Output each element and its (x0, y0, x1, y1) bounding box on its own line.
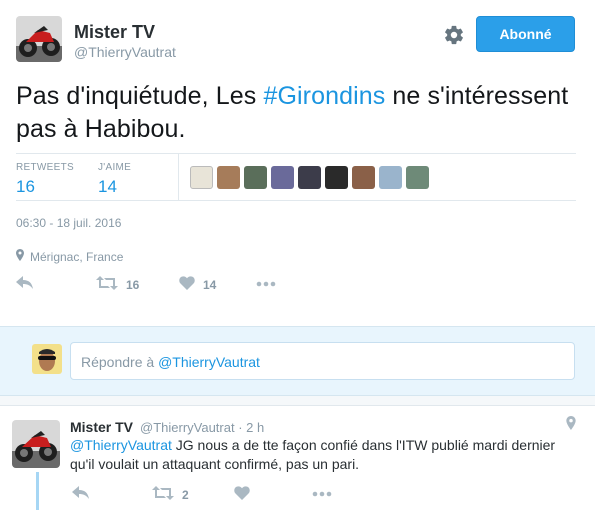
thread-line (36, 472, 39, 510)
retweet-count: 2 (182, 487, 189, 502)
location-label: Mérignac, France (30, 249, 124, 264)
like-action[interactable]: 14 (179, 276, 216, 293)
reply-placeholder-mention: @ThierryVautrat (158, 354, 260, 370)
more-action[interactable] (312, 486, 332, 500)
more-icon (312, 486, 332, 500)
conversation-separator (0, 396, 595, 406)
liker-avatar[interactable] (217, 166, 240, 189)
liker-avatar[interactable] (298, 166, 321, 189)
like-count: 14 (203, 277, 217, 292)
likes-stat[interactable]: J'AIME 14 (98, 162, 131, 197)
reply-placeholder-prefix: Répondre à (81, 354, 159, 370)
main-tweet: Mister TV @ThierryVautrat Abonné Pas d'i… (0, 0, 595, 326)
tweet-actions: 16 14 (16, 276, 316, 296)
liker-avatar[interactable] (190, 166, 213, 189)
reply-author-name[interactable]: Mister TV (70, 419, 133, 435)
retweet-icon (152, 486, 174, 503)
retweets-value: 16 (16, 177, 35, 196)
liker-avatar[interactable] (379, 166, 402, 189)
reply-tweet[interactable]: Mister TV @ThierryVautrat · 2 h @Thierry… (0, 406, 595, 510)
location-pin-icon (16, 249, 24, 264)
tweet-timestamp[interactable]: 06:30 - 18 juil. 2016 (16, 216, 121, 230)
like-action[interactable] (234, 486, 250, 503)
tweet-stats: RETWEETS 16 J'AIME 14 (16, 153, 576, 201)
author-avatar[interactable] (16, 16, 62, 62)
follow-button[interactable]: Abonné (476, 16, 575, 52)
retweet-action[interactable]: 16 (96, 276, 139, 293)
reply-tweet-text: @ThierryVautrat JG nous a de tte façon c… (70, 436, 575, 474)
tweet-text-before: Pas d'inquiétude, Les (16, 82, 264, 110)
gear-icon[interactable] (443, 24, 465, 46)
reply-icon (72, 486, 90, 503)
liker-avatar[interactable] (352, 166, 375, 189)
reply-author-avatar[interactable] (12, 420, 60, 468)
heart-icon (234, 486, 250, 503)
retweet-icon (96, 276, 118, 293)
likes-label: J'AIME (98, 162, 132, 173)
reply-input[interactable]: Répondre à @ThierryVautrat (70, 342, 575, 380)
author-name[interactable]: Mister TV (74, 22, 155, 43)
liker-avatar[interactable] (244, 166, 267, 189)
liker-avatar[interactable] (325, 166, 348, 189)
likes-value: 14 (98, 177, 117, 196)
heart-icon (179, 276, 195, 293)
stats-divider (178, 154, 179, 200)
reply-mention-link[interactable]: @ThierryVautrat (70, 437, 172, 453)
retweet-count: 16 (126, 277, 140, 292)
liker-avatar[interactable] (271, 166, 294, 189)
reply-tweet-actions: 2 (70, 486, 370, 504)
retweets-stat[interactable]: RETWEETS 16 (16, 162, 74, 197)
likers-avatars (190, 166, 429, 189)
reply-author-meta[interactable]: @ThierryVautrat · 2 h (140, 420, 264, 435)
reply-action[interactable] (72, 486, 90, 503)
reply-action[interactable] (16, 276, 34, 293)
retweet-action[interactable]: 2 (152, 486, 189, 503)
reply-icon (16, 276, 34, 293)
location-pin-icon (566, 416, 576, 435)
tweet-text: Pas d'inquiétude, Les #Girondins ne s'in… (16, 80, 576, 146)
more-icon (256, 276, 276, 290)
current-user-avatar (32, 344, 62, 374)
liker-avatar[interactable] (406, 166, 429, 189)
tweet-location[interactable]: Mérignac, France (16, 249, 123, 264)
reply-bar: Répondre à @ThierryVautrat (0, 326, 595, 396)
retweets-label: RETWEETS (16, 162, 74, 173)
hashtag-link[interactable]: #Girondins (263, 82, 385, 110)
author-handle[interactable]: @ThierryVautrat (74, 44, 176, 60)
more-action[interactable] (256, 276, 276, 290)
